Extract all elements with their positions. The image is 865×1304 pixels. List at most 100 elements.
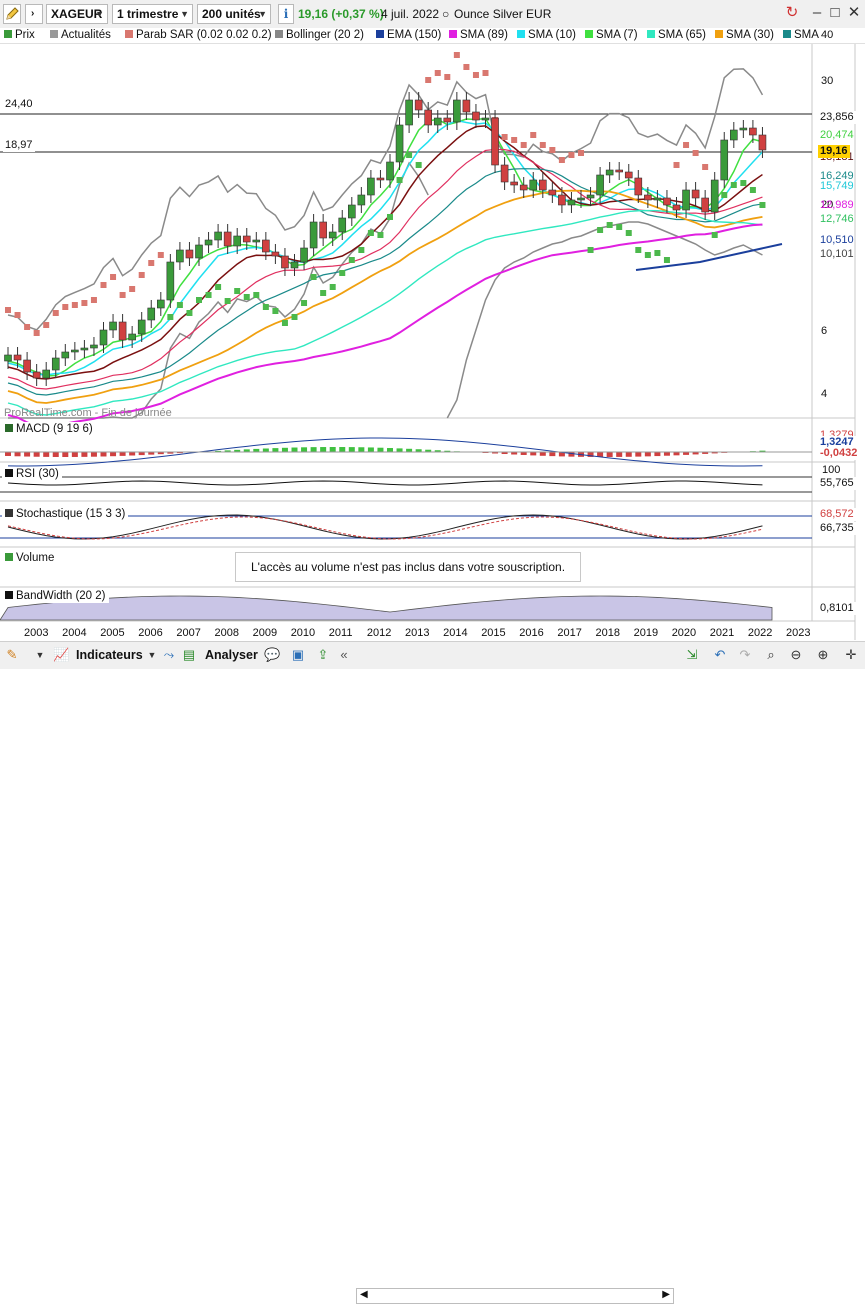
candle-body — [511, 182, 518, 185]
candle-body — [444, 118, 451, 122]
period-select[interactable]: 1 trimestre▼ — [112, 4, 193, 24]
scroll-right-icon[interactable]: ▶ — [662, 1289, 670, 1300]
pane-label-volume[interactable]: Volume — [2, 551, 57, 565]
candle-body — [377, 178, 384, 180]
macd-bar — [101, 452, 107, 456]
minimize-icon[interactable]: – — [808, 4, 826, 22]
sar-dot — [502, 134, 508, 140]
candle-body — [702, 198, 709, 212]
analyze-icon[interactable]: ▤ — [181, 647, 197, 663]
sar-dot — [406, 152, 412, 158]
pane-label-rsi[interactable]: RSI (30) — [2, 467, 62, 481]
hline-label-upper[interactable]: 24,40 — [3, 98, 35, 111]
candle-body — [291, 262, 298, 268]
legend-swatch — [585, 30, 593, 38]
candle-body — [549, 190, 556, 195]
info-icon[interactable]: i — [278, 4, 294, 24]
refresh-icon[interactable]: ↻ — [783, 4, 801, 22]
sar-dot — [664, 257, 670, 263]
candle-body — [711, 180, 718, 212]
indicators-button[interactable]: Indicateurs — [76, 646, 143, 665]
sar-dot — [645, 252, 651, 258]
legend-item-sma[interactable]: SMA — [783, 28, 819, 43]
zoom-in-icon[interactable]: ⊕ — [815, 647, 831, 663]
units-select[interactable]: 200 unités▼ — [197, 4, 271, 24]
candle-body — [673, 205, 680, 210]
candle-body — [110, 322, 117, 330]
candle-body — [157, 300, 164, 308]
rsi-tick-100: 100 — [820, 464, 842, 477]
macd-bar — [654, 452, 660, 456]
screenshot-icon[interactable]: ▣ — [290, 647, 306, 663]
fit-chart-icon[interactable]: ⇲ — [684, 647, 700, 663]
candle-body — [482, 118, 489, 120]
scroll-left-icon[interactable]: ◀ — [360, 1289, 368, 1300]
time-scrollbar[interactable]: ◀ ▶ — [356, 1288, 674, 1304]
indicators-icon[interactable]: 📈 — [53, 647, 69, 663]
candle-body — [339, 218, 346, 232]
units-value: 200 unités — [202, 7, 261, 21]
zoom-out-icon[interactable]: ⊖ — [788, 647, 804, 663]
macd-bar — [387, 448, 393, 452]
legend-swatch — [50, 30, 58, 38]
legend-item-ema150[interactable]: EMA (150) — [376, 28, 441, 43]
x-axis-year: 2023 — [786, 627, 810, 639]
undo-icon[interactable]: ↶ — [712, 647, 728, 663]
legend-item-price[interactable]: Prix — [4, 28, 35, 43]
candle-body — [463, 100, 470, 112]
sar-dot — [530, 132, 536, 138]
legend-item-sma7[interactable]: SMA (7) — [585, 28, 638, 43]
candle-body — [348, 205, 355, 218]
symbol-select[interactable]: XAGEUR▼ — [46, 4, 108, 24]
candle-body — [654, 198, 661, 200]
x-axis-year: 2005 — [100, 627, 124, 639]
maximize-icon[interactable]: □ — [826, 4, 844, 22]
legend-label: SMA (30) — [726, 29, 774, 41]
chat-icon[interactable]: 💬 — [264, 647, 280, 663]
legend-item-sma89[interactable]: SMA (89) — [449, 28, 508, 43]
hline-label-lower[interactable]: 18,97 — [3, 139, 35, 152]
chevron-down-icon[interactable]: ▼ — [144, 647, 160, 663]
export-icon[interactable]: ⇪ — [315, 647, 331, 663]
drawing-tool-icon[interactable]: ✎ — [4, 647, 20, 663]
scroll-start-icon[interactable]: « — [336, 647, 352, 663]
candle-body — [721, 140, 728, 180]
crosshair-icon[interactable]: ✛ — [843, 647, 859, 663]
last-price-tag: 19,16 — [818, 145, 850, 158]
macd-bar — [368, 447, 374, 452]
zoom-select-icon[interactable]: ⌕ — [763, 647, 779, 663]
redo-icon[interactable]: ↷ — [737, 647, 753, 663]
x-axis-year: 2021 — [710, 627, 734, 639]
pencil-icon[interactable] — [3, 4, 21, 24]
legend-swatch — [125, 30, 133, 38]
sar-dot — [53, 310, 59, 316]
candle-body — [663, 198, 670, 205]
sar-dot — [244, 294, 250, 300]
candle-body — [472, 112, 479, 120]
pane-label-stochastic[interactable]: Stochastique (15 3 3) — [2, 507, 128, 521]
x-axis-year: 2004 — [62, 627, 86, 639]
sar-dot — [511, 137, 517, 143]
expand-icon[interactable]: › — [25, 4, 43, 24]
sar-dot — [425, 77, 431, 83]
candle-body — [301, 248, 308, 262]
legend-item-sma30[interactable]: SMA (30) — [715, 28, 774, 43]
share-icon[interactable]: ⤳ — [161, 647, 177, 663]
legend-item-bollinger[interactable]: Bollinger (20 2) — [275, 28, 364, 43]
price-tick: 30 — [821, 75, 833, 87]
pane-label-macd[interactable]: MACD (9 19 6) — [2, 422, 96, 436]
legend-item-news[interactable]: Actualités — [50, 28, 111, 43]
legend-item-sma10[interactable]: SMA (10) — [517, 28, 576, 43]
close-icon[interactable]: ✕ — [845, 4, 863, 22]
candle-body — [5, 355, 12, 361]
pane-label-bandwidth[interactable]: BandWidth (20 2) — [2, 589, 109, 603]
sar-dot — [91, 297, 97, 303]
chevron-down-icon[interactable]: ▼ — [32, 647, 48, 663]
legend-item-sar[interactable]: Parab SAR (0.02 0.02 0.2) — [125, 28, 272, 43]
candle-body — [215, 232, 222, 240]
candle-body — [43, 370, 50, 378]
legend-item-sma65[interactable]: SMA (65) — [647, 28, 706, 43]
candle-body — [358, 195, 365, 205]
candle-body — [730, 130, 737, 140]
analyze-button[interactable]: Analyser — [205, 646, 258, 665]
